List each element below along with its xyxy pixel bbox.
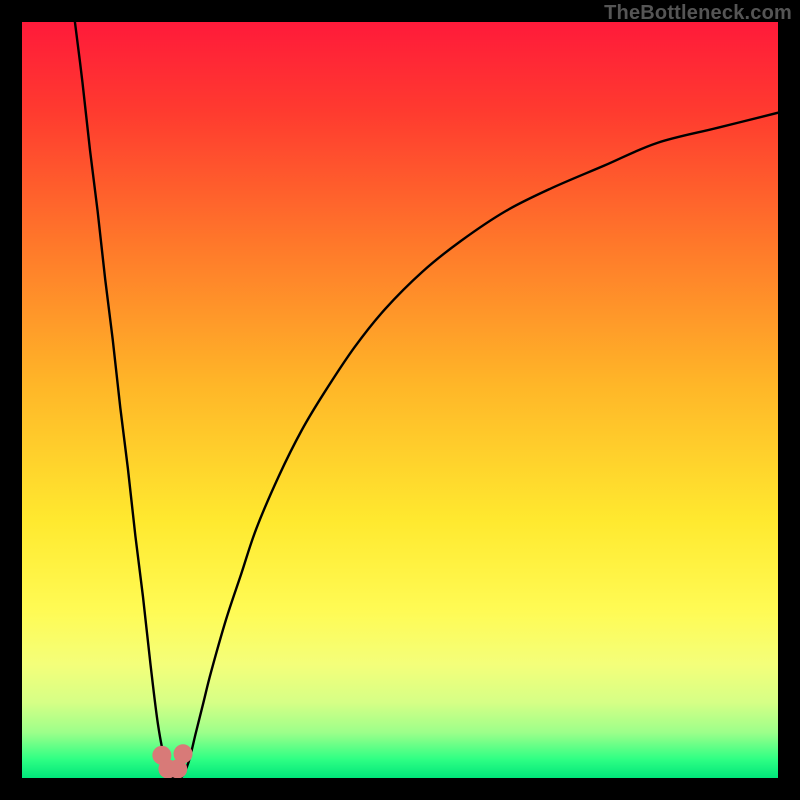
curve-marker bbox=[174, 744, 193, 763]
chart-background-gradient bbox=[22, 22, 778, 778]
attribution-text: TheBottleneck.com bbox=[604, 2, 792, 25]
chart-frame: TheBottleneck.com bbox=[0, 0, 800, 800]
chart-plot-area bbox=[22, 22, 778, 778]
bottleneck-chart-svg bbox=[22, 22, 778, 778]
